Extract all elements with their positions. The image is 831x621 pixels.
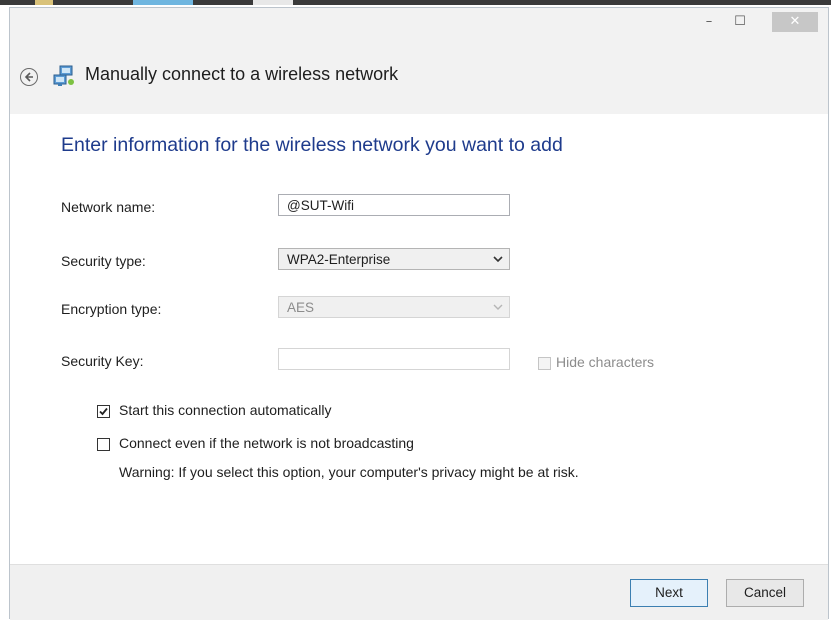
footer-bar: Next Cancel	[10, 564, 828, 620]
close-button[interactable]: ✕	[772, 12, 818, 32]
privacy-warning: Warning: If you select this option, your…	[119, 464, 579, 480]
hide-characters-label: Hide characters	[556, 354, 655, 370]
network-name-input[interactable]: @SUT-Wifi	[278, 194, 510, 216]
strip-segment	[53, 0, 133, 5]
back-arrow-icon	[24, 72, 33, 82]
chevron-down-icon	[493, 304, 503, 310]
checkmark-icon	[99, 407, 108, 416]
hide-characters-checkbox[interactable]	[538, 357, 551, 370]
encryption-type-value: AES	[287, 300, 315, 315]
chevron-down-icon	[493, 256, 503, 263]
start-automatically-checkbox[interactable]	[97, 405, 110, 418]
cancel-button[interactable]: Cancel	[726, 579, 804, 607]
strip-segment	[133, 0, 193, 5]
back-button[interactable]	[20, 68, 38, 86]
strip-segment	[0, 0, 35, 5]
strip-segment	[193, 0, 253, 5]
content-area: Enter information for the wireless netwo…	[10, 114, 828, 564]
encryption-type-select[interactable]: AES	[278, 296, 510, 318]
strip-segment	[293, 0, 831, 5]
strip-segment	[35, 0, 53, 5]
strip-segment	[253, 0, 293, 5]
encryption-type-label: Encryption type:	[61, 301, 162, 317]
dialog-window: – ☐ ✕ Manually connect to a wireless net…	[9, 7, 829, 620]
page-title: Manually connect to a wireless network	[85, 64, 399, 84]
network-name-label: Network name:	[61, 199, 156, 215]
title-bar: – ☐ ✕	[10, 8, 828, 40]
security-type-value: WPA2-Enterprise	[287, 252, 391, 267]
start-automatically-label: Start this connection automatically	[119, 402, 332, 418]
minimize-button[interactable]: –	[696, 12, 722, 32]
nav-bar: Manually connect to a wireless network	[10, 40, 828, 114]
network-icon	[53, 65, 74, 86]
connect-even-label: Connect even if the network is not broad…	[119, 435, 414, 451]
main-heading: Enter information for the wireless netwo…	[61, 134, 563, 156]
maximize-button[interactable]: ☐	[727, 12, 753, 32]
security-key-label: Security Key:	[61, 353, 144, 369]
connect-even-checkbox[interactable]	[97, 438, 110, 451]
security-type-label: Security type:	[61, 253, 146, 269]
security-type-select[interactable]: WPA2-Enterprise	[278, 248, 510, 270]
next-button[interactable]: Next	[630, 579, 708, 607]
security-key-input[interactable]	[278, 348, 510, 370]
